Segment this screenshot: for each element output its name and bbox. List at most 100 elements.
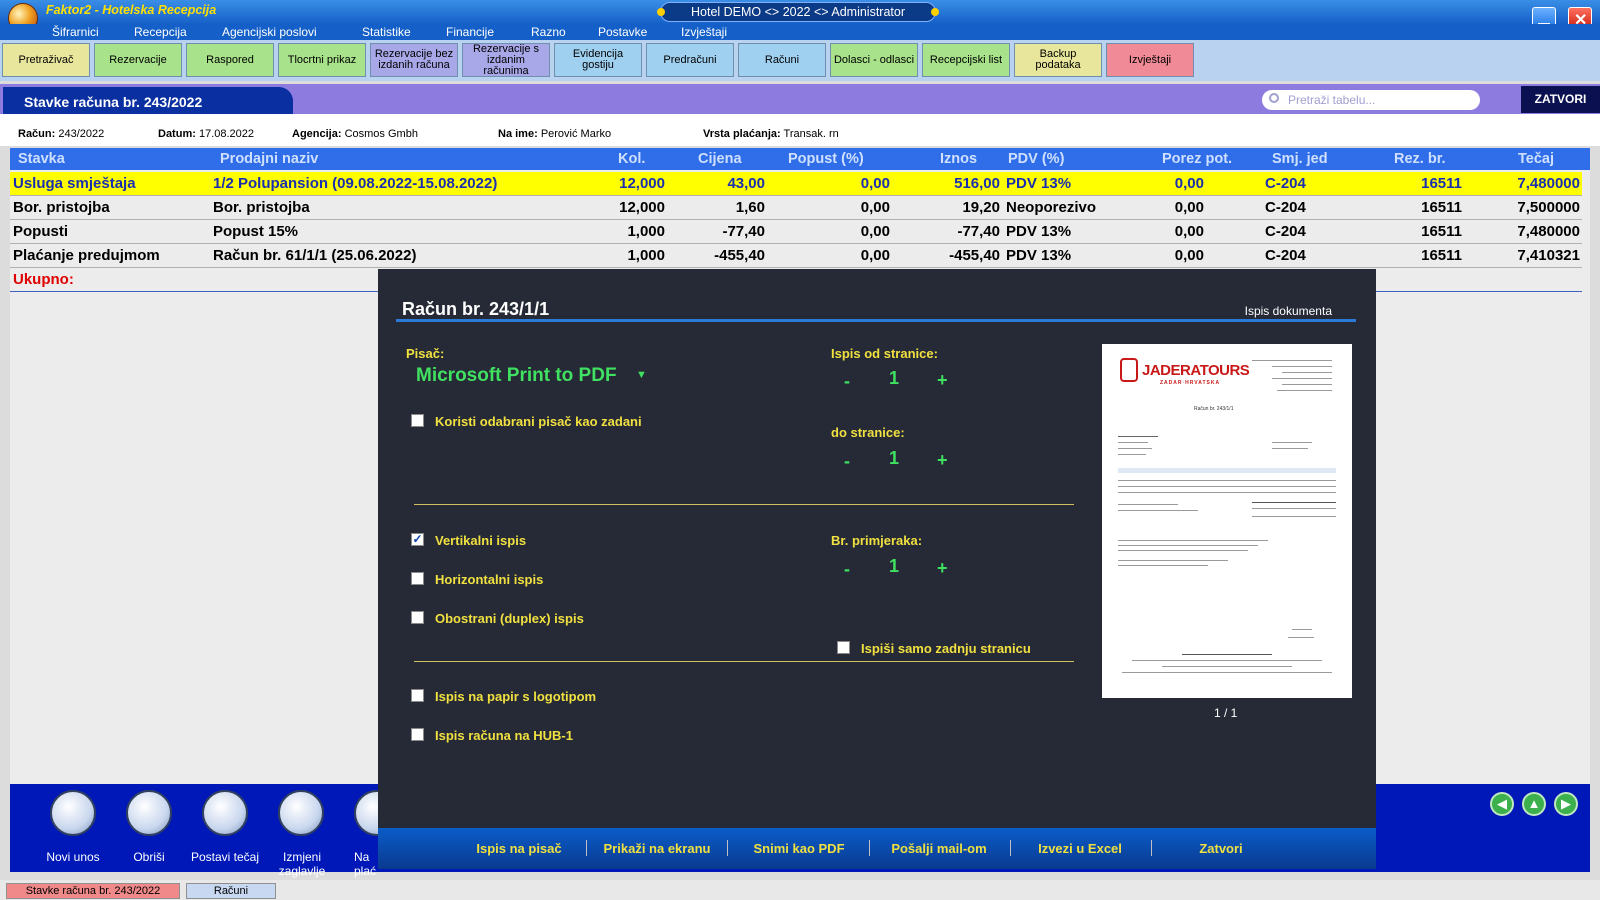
print-to-printer-button[interactable]: Ispis na pisač <box>454 841 584 856</box>
toolbar-racuni-button[interactable]: Računi <box>738 43 826 77</box>
toolbar-izvjestaji-button[interactable]: Izvještaji <box>1106 43 1194 77</box>
toolbar-rezervacije-button[interactable]: Rezervacije <box>94 43 182 77</box>
from-page-plus[interactable]: + <box>937 370 948 391</box>
cell-rez: 16511 <box>1421 247 1462 264</box>
delete-icon[interactable] <box>126 790 172 836</box>
obrisi-label[interactable]: Obriši <box>108 850 190 864</box>
col-kol[interactable]: Kol. <box>618 151 645 167</box>
close-dialog-button[interactable]: Zatvori <box>1156 841 1286 856</box>
arrow-right-icon[interactable]: ▶ <box>1554 792 1578 816</box>
footer-separator <box>586 840 587 856</box>
toolbar-tlocrtni-prikaz-button[interactable]: Tlocrtni prikaz <box>278 43 366 77</box>
postavi-tecaj-label[interactable]: Postavi tečaj <box>184 850 266 864</box>
cell-rez: 16511 <box>1421 199 1462 216</box>
from-page-minus[interactable]: - <box>844 371 850 392</box>
table-row[interactable]: Bor. pristojba Bor. pristojba 12,000 1,6… <box>10 196 1582 220</box>
cell-iznos: 19,20 <box>962 199 1000 216</box>
toolbar-predracuni-button[interactable]: Predračuni <box>646 43 734 77</box>
to-page-minus[interactable]: - <box>844 451 850 472</box>
tab-racuni[interactable]: Računi <box>186 883 276 899</box>
copies-value[interactable]: 1 <box>889 556 899 577</box>
col-rez-br[interactable]: Rez. br. <box>1394 151 1446 167</box>
col-porez-pot[interactable]: Porez pot. <box>1162 151 1232 167</box>
izmjeni-zaglavlje-label[interactable]: Izmjeni zaglavlje <box>272 850 332 878</box>
header-bar: Stavke računa br. 243/2022 Pretraži tabe… <box>0 84 1600 114</box>
cell-popust: 0,00 <box>860 223 890 240</box>
cell-kol: 1,000 <box>627 247 665 264</box>
vertical-checkbox[interactable]: ✓ <box>411 533 424 546</box>
export-excel-button[interactable]: Izvezi u Excel <box>1015 841 1145 856</box>
toolbar-dolasci-odlasci-button[interactable]: Dolasci - odlasci <box>830 43 918 77</box>
toolbar-pretrazivac-button[interactable]: Pretraživač <box>2 43 90 77</box>
send-mail-button[interactable]: Pošalji mail-om <box>874 841 1004 856</box>
menu-statistike[interactable]: Statistike <box>362 25 411 39</box>
printer-select[interactable]: Microsoft Print to PDF <box>416 365 617 387</box>
default-printer-checkbox[interactable] <box>411 414 424 427</box>
dropdown-caret-icon[interactable]: ▼ <box>636 369 647 381</box>
cell-porez: 0,00 <box>1174 175 1204 192</box>
exchange-rate-icon[interactable] <box>202 790 248 836</box>
copies-plus[interactable]: + <box>937 558 948 579</box>
hub-checkbox[interactable] <box>411 728 424 741</box>
toolbar-rezervacije-s-racunima-button[interactable]: Rezervacije s izdanim računima <box>462 43 550 77</box>
arrow-left-icon[interactable]: ◀ <box>1490 792 1514 816</box>
duplex-checkbox[interactable] <box>411 611 424 624</box>
col-tecaj[interactable]: Tečaj <box>1518 151 1554 167</box>
menu-razno[interactable]: Razno <box>531 25 566 39</box>
cell-kol: 1,000 <box>627 223 665 240</box>
menu-postavke[interactable]: Postavke <box>598 25 647 39</box>
toolbar-rezervacije-bez-racuna-button[interactable]: Rezervacije bez izdanih računa <box>370 43 458 77</box>
toolbar-evidencija-gostiju-button[interactable]: Evidencija gostiju <box>554 43 642 77</box>
naime-value: Perović Marko <box>540 128 612 140</box>
preview-doc-title: Račun br. 243/1/1 <box>1194 406 1234 412</box>
cell-porez: 0,00 <box>1174 247 1204 264</box>
col-prodajni-naziv[interactable]: Prodajni naziv <box>220 151 318 167</box>
copies-minus[interactable]: - <box>844 559 850 580</box>
edit-header-icon[interactable] <box>278 790 324 836</box>
menu-sifrarnici[interactable]: Šifrarnici <box>52 25 99 39</box>
show-on-screen-button[interactable]: Prikaži na ekranu <box>592 841 722 856</box>
footer-separator <box>727 840 728 856</box>
cell-stavka: Plaćanje predujmom <box>13 247 160 264</box>
na-placanje-label[interactable]: Na plać <box>354 850 376 878</box>
cell-stavka: Bor. pristojba <box>13 199 110 216</box>
col-cijena[interactable]: Cijena <box>698 151 742 167</box>
menu-izvjestaji[interactable]: Izvještaji <box>681 25 727 39</box>
col-stavka[interactable]: Stavka <box>18 151 65 167</box>
save-pdf-button[interactable]: Snimi kao PDF <box>734 841 864 856</box>
to-page-value[interactable]: 1 <box>889 448 899 469</box>
menu-financije[interactable]: Financije <box>446 25 494 39</box>
arrow-up-icon[interactable]: ▲ <box>1522 792 1546 816</box>
cell-popust: 0,00 <box>860 175 890 192</box>
col-iznos[interactable]: Iznos <box>940 151 977 167</box>
col-smj-jed[interactable]: Smj. jed <box>1272 151 1328 167</box>
search-icon <box>1269 93 1279 103</box>
toolbar-backup-button[interactable]: Backup podataka <box>1014 43 1102 77</box>
last-page-checkbox[interactable] <box>837 641 850 654</box>
from-page-label: Ispis od stranice: <box>831 346 938 361</box>
logo-paper-checkbox[interactable] <box>411 689 424 702</box>
menu-recepcija[interactable]: Recepcija <box>134 25 187 39</box>
to-page-plus[interactable]: + <box>937 450 948 471</box>
horizontal-checkbox[interactable] <box>411 572 424 585</box>
cell-cijena: 43,00 <box>727 175 765 192</box>
col-pdv[interactable]: PDV (%) <box>1008 151 1064 167</box>
search-input[interactable]: Pretraži tabelu... <box>1262 90 1480 110</box>
zatvori-button[interactable]: ZATVORI <box>1521 86 1600 113</box>
from-page-value[interactable]: 1 <box>889 368 899 389</box>
document-preview[interactable]: JADERATOURS ZADAR·HRVATSKA Račun br. 243… <box>1102 344 1352 698</box>
menu-agencijski-poslovi[interactable]: Agencijski poslovi <box>222 25 317 39</box>
toolbar-recepcijski-list-button[interactable]: Recepcijski list <box>922 43 1010 77</box>
table-row[interactable]: Usluga smještaja 1/2 Polupansion (09.08.… <box>10 172 1582 196</box>
logo-paper-label: Ispis na papir s logotipom <box>435 689 597 704</box>
cell-rez: 16511 <box>1421 223 1462 240</box>
col-popust[interactable]: Popust (%) <box>788 151 864 167</box>
novi-unos-label[interactable]: Novi unos <box>32 850 114 864</box>
toolbar-raspored-button[interactable]: Raspored <box>186 43 274 77</box>
tab-stavke-racuna[interactable]: Stavke računa br. 243/2022 <box>6 883 180 899</box>
table-row[interactable]: Plaćanje predujmom Račun br. 61/1/1 (25.… <box>10 244 1582 268</box>
table-row[interactable]: Popusti Popust 15% 1,000 -77,40 0,00 -77… <box>10 220 1582 244</box>
separator <box>414 661 1074 662</box>
new-entry-icon[interactable] <box>50 790 96 836</box>
cell-tecaj: 7,480000 <box>1517 175 1580 192</box>
